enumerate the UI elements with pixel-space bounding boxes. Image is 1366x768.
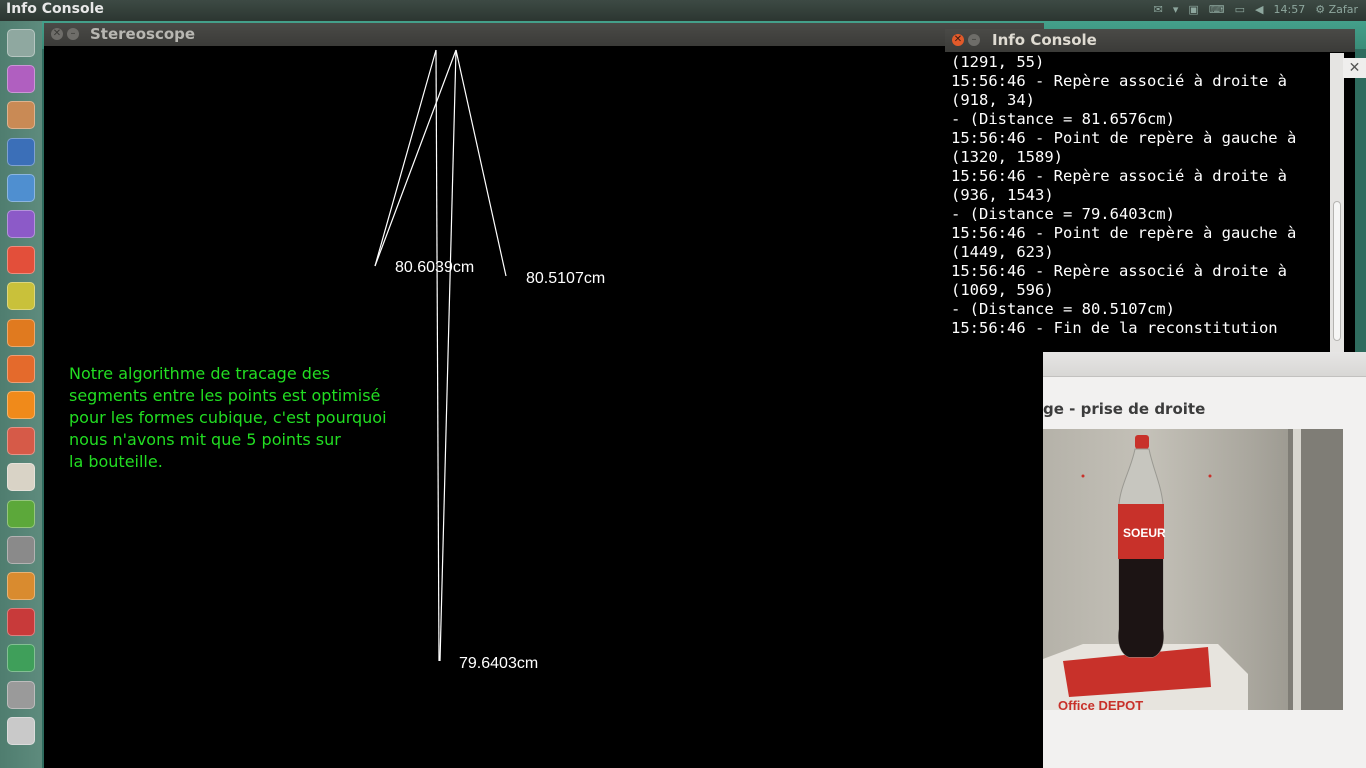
battery-icon[interactable]: ▭	[1235, 3, 1245, 16]
window-title: Info Console	[992, 31, 1097, 49]
yellow-app-icon[interactable]	[7, 282, 35, 311]
stereoscope-titlebar[interactable]: ✕ – Stereoscope	[44, 23, 1044, 46]
distance-label: 79.6403cm	[459, 655, 539, 672]
console-line: 15:56:46 - Repère associé à droite à	[951, 262, 1287, 280]
purple-tool-icon[interactable]	[7, 210, 35, 238]
indicator-icon[interactable]: ▣	[1188, 3, 1198, 16]
console-line: (1069, 596)	[951, 281, 1054, 299]
console-line: (1291, 55)	[951, 53, 1045, 71]
volume-icon[interactable]: ◀	[1255, 3, 1263, 16]
archive-icon[interactable]	[7, 572, 35, 600]
console-scrollbar[interactable]	[1330, 53, 1344, 352]
segment-line	[435, 49, 440, 662]
distance-label: 80.5107cm	[526, 270, 606, 287]
marker-dot	[1081, 474, 1085, 478]
drive-icon[interactable]	[7, 680, 35, 709]
files-icon[interactable]	[7, 101, 35, 130]
firefox-icon[interactable]	[7, 318, 35, 347]
bottle-label-text: SOEUR	[1123, 526, 1166, 540]
user-menu[interactable]: ⚙ Zafar	[1315, 3, 1358, 16]
launcher	[0, 21, 42, 768]
close-icon[interactable]: ✕	[51, 28, 63, 40]
console-log: (1291, 55) 15:56:46 - Repère associé à d…	[951, 53, 1331, 338]
scrollbar-thumb[interactable]	[1333, 201, 1341, 341]
note-line: pour les formes cubique, c'est pourquoi	[69, 408, 387, 427]
algorithm-note: Notre algorithme de tracage des segments…	[69, 363, 429, 473]
stereoscope-canvas: 80.6039cm 80.5107cm 79.6403cm Notre algo…	[44, 46, 1044, 768]
software-center-icon[interactable]	[7, 354, 35, 383]
console-line: - (Distance = 81.6576cm)	[951, 110, 1175, 128]
console-line: - (Distance = 79.6403cm)	[951, 205, 1175, 223]
segment-line	[374, 49, 437, 267]
console-line: 15:56:46 - Fin de la reconstitution	[951, 319, 1278, 337]
clock[interactable]: 14:57	[1274, 3, 1306, 16]
image-viewer-window: ge - prise de droite Office DEPOT SOEUR	[1043, 352, 1366, 768]
minimize-icon[interactable]: –	[67, 28, 79, 40]
close-icon[interactable]: ✕	[952, 34, 964, 46]
system-tray: ✉ ▾ ▣ ⌨ ▭ ◀ 14:57 ⚙ Zafar	[1154, 3, 1358, 16]
bottle-cap	[1135, 435, 1149, 449]
window-title: Stereoscope	[90, 25, 196, 43]
console-line: - (Distance = 80.5107cm)	[951, 300, 1175, 318]
browser-icon[interactable]	[7, 137, 35, 166]
dropdown-icon[interactable]: ▾	[1173, 3, 1179, 16]
settings-icon[interactable]	[7, 535, 35, 564]
photo-drawing: Office DEPOT SOEUR	[1043, 429, 1343, 710]
box-brand-text: Office DEPOT	[1058, 698, 1143, 710]
stereoscope-window: ✕ – Stereoscope 80.6039cm 80.5107cm 79.6…	[44, 23, 1044, 768]
door-frame	[1293, 429, 1301, 710]
top-panel: Info Console ✉ ▾ ▣ ⌨ ▭ ◀ 14:57 ⚙ Zafar	[0, 0, 1366, 21]
green-terminal-icon[interactable]	[7, 644, 35, 673]
distance-label: 80.6039cm	[395, 259, 475, 276]
image-caption: ge - prise de droite	[1043, 400, 1206, 418]
minimize-icon[interactable]: –	[968, 34, 980, 46]
bottle-photo: Office DEPOT SOEUR	[1043, 429, 1343, 710]
console-line: 15:56:46 - Point de repère à gauche à	[951, 129, 1297, 147]
console-line: (1449, 623)	[951, 243, 1054, 261]
console-line: (1320, 1589)	[951, 148, 1063, 166]
console-line: 15:56:46 - Repère associé à droite à	[951, 72, 1287, 90]
note-line: segments entre les points est optimisé	[69, 386, 381, 405]
tools-icon[interactable]	[7, 427, 35, 456]
purple-app-icon[interactable]	[7, 65, 35, 94]
console-line: 15:56:46 - Point de repère à gauche à	[951, 224, 1297, 242]
console-titlebar[interactable]: ✕ – Info Console	[945, 29, 1355, 52]
marker-dot	[1208, 474, 1212, 478]
note-line: nous n'avons mit que 5 points sur	[69, 430, 341, 449]
red-app-icon[interactable]	[7, 608, 35, 637]
text-editor-icon[interactable]	[7, 463, 35, 492]
info-console-window: ✕ – Info Console (1291, 55) 15:56:46 - R…	[945, 29, 1355, 352]
colorful-app-icon[interactable]	[7, 246, 35, 275]
segment-line	[455, 49, 507, 277]
note-line: la bouteille.	[69, 452, 163, 471]
document-icon[interactable]	[7, 173, 35, 202]
green-app-icon[interactable]	[7, 499, 35, 528]
console-line: (936, 1543)	[951, 186, 1054, 204]
console-line: (918, 34)	[951, 91, 1035, 109]
console-line: 15:56:46 - Repère associé à droite à	[951, 167, 1287, 185]
dash-home-icon[interactable]	[7, 29, 35, 57]
segment-line	[374, 49, 457, 267]
keyboard-icon[interactable]: ⌨	[1209, 3, 1225, 16]
segment-line	[439, 49, 457, 662]
mail-icon[interactable]: ✉	[1154, 3, 1163, 16]
note-line: Notre algorithme de tracage des	[69, 364, 331, 383]
close-icon[interactable]: ✕	[1343, 58, 1366, 78]
vlc-icon[interactable]	[7, 391, 35, 419]
viewer-toolbar[interactable]	[1043, 352, 1366, 377]
trash-icon[interactable]	[7, 716, 35, 745]
active-window-title: Info Console	[6, 1, 104, 17]
bottle-liquid	[1118, 559, 1164, 657]
